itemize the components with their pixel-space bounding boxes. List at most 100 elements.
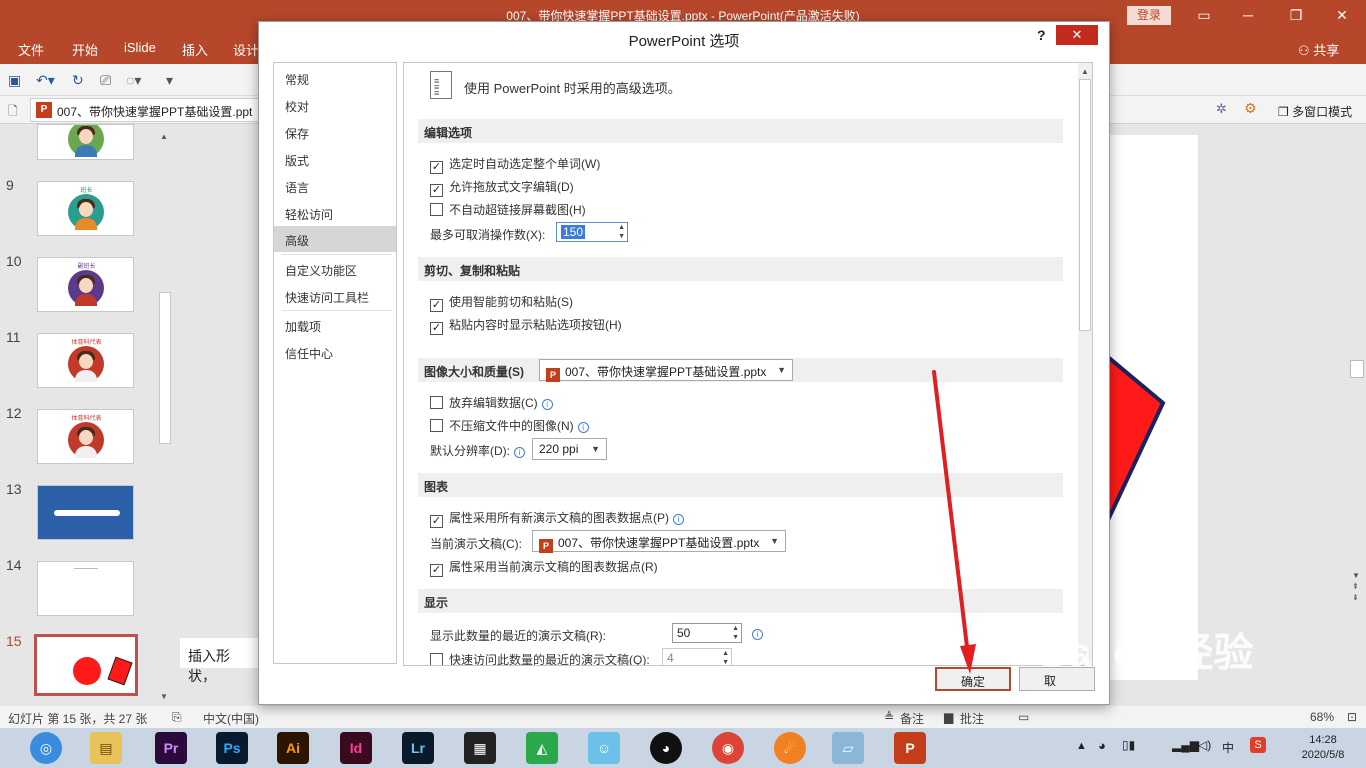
slide-thumbnail-8[interactable]: [37, 124, 134, 160]
checkbox-unchecked[interactable]: [430, 203, 443, 216]
login-button[interactable]: 登录: [1127, 6, 1171, 25]
opt-quick-access[interactable]: 快速访问此数量的最近的演示文稿(Q):: [430, 651, 650, 665]
slide-thumbnail-13[interactable]: [37, 485, 134, 540]
slide-thumbnail-11[interactable]: 体育科代表: [37, 333, 134, 388]
pin-icon[interactable]: ✲: [1216, 101, 1227, 117]
sogou-icon[interactable]: S: [1250, 737, 1266, 753]
checkbox-unchecked[interactable]: [430, 653, 443, 665]
slide-thumbnail-9[interactable]: 班长: [37, 181, 134, 236]
nav-trust-center[interactable]: 信任中心: [274, 339, 396, 365]
minimize-icon[interactable]: ─: [1228, 5, 1268, 25]
accessibility-icon[interactable]: ⎘: [172, 710, 182, 725]
opt-chart-current[interactable]: ✓ 属性采用当前演示文稿的图表数据点(R): [430, 558, 658, 577]
language-indicator[interactable]: 中文(中国): [203, 710, 259, 727]
undo-icon[interactable]: ↶▾: [36, 72, 55, 89]
checkbox-checked[interactable]: ✓: [430, 322, 443, 335]
current-doc-dropdown[interactable]: P 007、带你快速掌握PPT基础设置.pptx ▼: [532, 530, 786, 553]
opt-drag-drop[interactable]: ✓ 允许拖放式文字编辑(D): [430, 178, 574, 197]
photoshop-icon[interactable]: Ps: [216, 732, 248, 764]
help-button[interactable]: ?: [1037, 27, 1046, 43]
scrollbar-thumb[interactable]: [159, 292, 171, 444]
opt-chart-all[interactable]: ✓ 属性采用所有新演示文稿的图表数据点(P) i: [430, 509, 684, 528]
opt-no-compress[interactable]: 不压缩文件中的图像(N) i: [430, 417, 589, 434]
checkbox-checked[interactable]: ✓: [430, 515, 443, 528]
thumbnail-scrollbar[interactable]: ▲ ▼: [158, 126, 172, 704]
checkbox-checked[interactable]: ✓: [430, 564, 443, 577]
spinner-arrows-icon[interactable]: ▲ ▼: [732, 624, 739, 642]
nav-accessibility[interactable]: 轻松访问: [274, 200, 396, 226]
dialog-close-button[interactable]: ✕: [1056, 25, 1098, 45]
scrollbar-thumb[interactable]: [1079, 79, 1091, 331]
ribbon-display-icon[interactable]: ▭: [1184, 5, 1224, 25]
opt-no-hyperlink[interactable]: 不自动超链接屏幕截图(H): [430, 201, 586, 218]
system-clock[interactable]: 14:28 2020/5/8: [1295, 733, 1351, 763]
nav-proofing[interactable]: 校对: [274, 92, 396, 118]
resolution-dropdown[interactable]: 220 ppi ▼: [532, 438, 607, 460]
powerpoint-taskbar-icon[interactable]: P: [894, 732, 926, 764]
recent-count-value[interactable]: 50: [677, 626, 690, 640]
checkbox-checked[interactable]: ✓: [430, 161, 443, 174]
video-editor-icon[interactable]: ▦: [464, 732, 496, 764]
rabbit-app-icon[interactable]: ☺: [588, 732, 620, 764]
comments-icon[interactable]: ▆: [944, 710, 953, 724]
opt-discard-edit[interactable]: 放弃编辑数据(C) i: [430, 394, 553, 411]
notes-icon[interactable]: ≜: [884, 710, 894, 724]
nav-addins[interactable]: 加载项: [274, 312, 396, 338]
slide-canvas[interactable]: [1106, 135, 1198, 680]
nav-save[interactable]: 保存: [274, 119, 396, 145]
save-icon[interactable]: ▣: [8, 72, 21, 89]
spinner-arrows-icon[interactable]: ▲ ▼: [618, 223, 625, 241]
redo-icon[interactable]: ↻: [72, 72, 84, 89]
max-undo-spinner[interactable]: 150 ▲ ▼: [556, 222, 628, 242]
paint-app-icon[interactable]: ◭: [526, 732, 558, 764]
checkbox-unchecked[interactable]: [430, 396, 443, 409]
quick-access-value[interactable]: 4: [667, 651, 674, 665]
chrome-icon[interactable]: ◉: [712, 732, 744, 764]
slide-thumbnail-12[interactable]: 体育科代表: [37, 409, 134, 464]
opt-paste-options[interactable]: ✓ 粘贴内容时显示粘贴选项按钮(H): [430, 316, 622, 335]
tray-arrow-icon[interactable]: ▲: [1076, 740, 1087, 752]
scroll-up-icon[interactable]: ▲: [160, 132, 168, 141]
nav-advanced[interactable]: 高级: [274, 226, 396, 252]
nav-language[interactable]: 语言: [274, 173, 396, 199]
checkbox-unchecked[interactable]: [430, 419, 443, 432]
premiere-icon[interactable]: Pr: [155, 732, 187, 764]
tray-signal-icon[interactable]: ▂▄▆: [1172, 738, 1199, 752]
slide-thumbnail-10[interactable]: 副班长: [37, 257, 134, 312]
tray-volume-icon[interactable]: ◁): [1198, 738, 1211, 752]
multi-window-button[interactable]: ❐ 多窗口模式: [1278, 103, 1352, 120]
share-button[interactable]: ⚇ 共享: [1298, 40, 1339, 59]
recent-count-spinner[interactable]: 50 ▲ ▼: [672, 623, 742, 643]
nav-layout[interactable]: 版式: [274, 146, 396, 172]
slide-thumbnail-14[interactable]: [37, 561, 134, 616]
slide-thumbnail-15-selected[interactable]: [34, 634, 138, 696]
file-explorer-icon[interactable]: ▤: [90, 732, 122, 764]
nav-customize-ribbon[interactable]: 自定义功能区: [274, 256, 396, 282]
notes-app-icon[interactable]: ▱: [832, 732, 864, 764]
nav-quick-access-toolbar[interactable]: 快速访问工具栏: [274, 283, 396, 309]
tray-qq-icon[interactable]: ◕: [1098, 738, 1106, 753]
firefox-like-icon[interactable]: ☄: [774, 732, 806, 764]
illustrator-icon[interactable]: Ai: [277, 732, 309, 764]
quick-access-spinner[interactable]: 4 ▲ ▼: [662, 648, 732, 665]
content-scrollbar[interactable]: ▲ ▼: [1078, 63, 1092, 665]
fit-slide-icon[interactable]: ⊡: [1347, 710, 1357, 724]
file-icon[interactable]: 🗋: [8, 102, 18, 123]
tab-design[interactable]: 设计: [233, 40, 259, 59]
touch-mode-icon[interactable]: ◌▾: [126, 72, 141, 89]
tab-file[interactable]: 文件: [18, 40, 44, 59]
max-undo-value[interactable]: 150: [561, 225, 586, 239]
customize-qat-icon[interactable]: ▾: [166, 72, 173, 89]
tray-network-icon[interactable]: ▯▮: [1122, 738, 1135, 752]
close-icon[interactable]: ✕: [1322, 5, 1362, 25]
opt-smart-cut[interactable]: ✓ 使用智能剪切和粘贴(S): [430, 293, 573, 312]
qq-icon[interactable]: ◕: [650, 732, 682, 764]
restore-icon[interactable]: ❐: [1276, 5, 1316, 25]
browser-icon[interactable]: ◎: [30, 732, 62, 764]
indesign-icon[interactable]: Id: [340, 732, 372, 764]
notes-pane[interactable]: 插入形状，: [180, 638, 260, 684]
present-icon[interactable]: ⎚: [100, 72, 111, 89]
checkbox-checked[interactable]: ✓: [430, 184, 443, 197]
document-tab[interactable]: P 007、带你快速掌握PPT基础设置.ppt: [30, 98, 260, 122]
zoom-level[interactable]: 68%: [1310, 710, 1334, 724]
